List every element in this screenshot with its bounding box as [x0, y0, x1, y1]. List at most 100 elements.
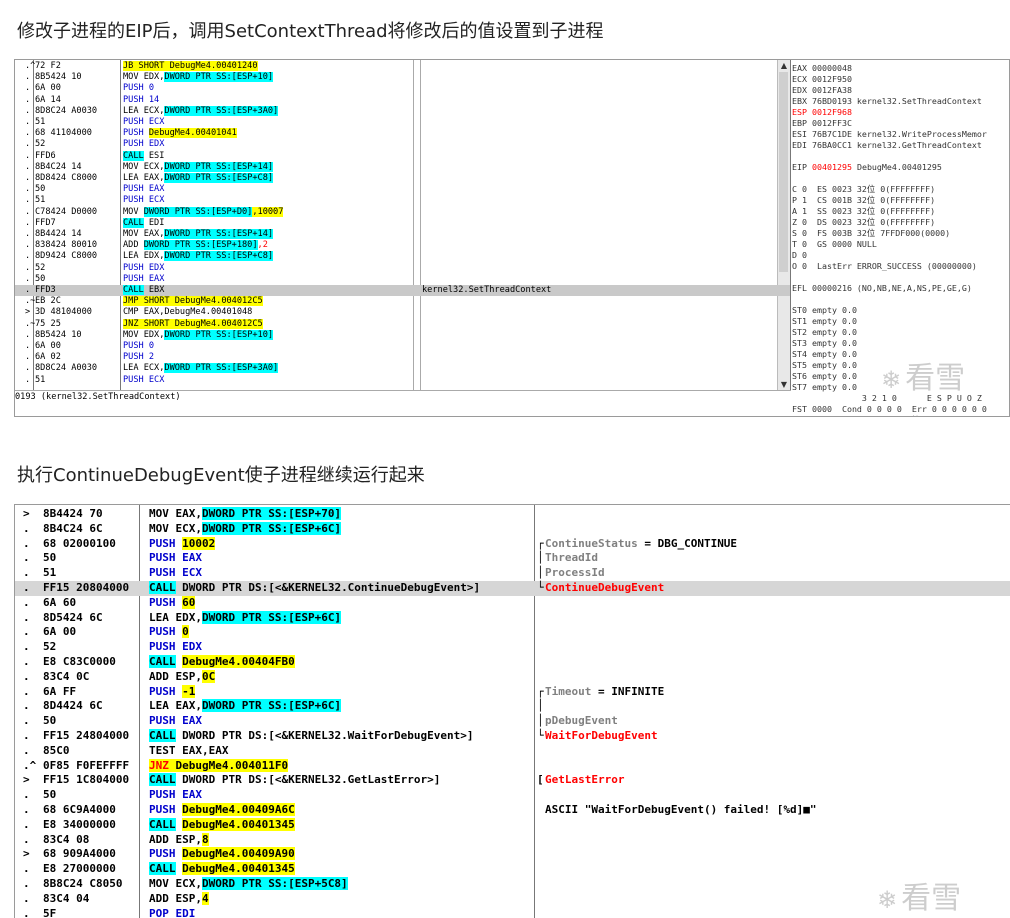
- disasm-row[interactable]: . 50 PUSH EAX │ ThreadId: [15, 551, 1010, 566]
- disasm-row[interactable]: . 8B5424 10 MOV EDX,DWORD PTR SS:[ESP+10]: [15, 329, 790, 341]
- watermark-logo: ❄ 看雪: [877, 873, 961, 917]
- instruction: ADD DWORD PTR SS:[ESP+180],2: [123, 240, 419, 251]
- register-line[interactable]: ST4 empty 0.0: [792, 349, 857, 360]
- disasm-row[interactable]: . E8 27000000 CALL DebugMe4.00401345: [15, 862, 1010, 877]
- disasm-row[interactable]: . 838424 80010 ADD DWORD PTR SS:[ESP+180],…: [15, 240, 790, 251]
- disasm-row[interactable]: . 6A 00 PUSH 0: [15, 341, 790, 352]
- disasm-row[interactable]: . 8D5424 6C LEA EDX,DWORD PTR SS:[ESP+6C]: [15, 610, 1010, 626]
- disasm-row[interactable]: .^ 72 F2 JB SHORT DebugMe4.00401240: [15, 61, 790, 72]
- register-line[interactable]: C 0 ES 0023 32位 0(FFFFFFFF): [792, 184, 935, 195]
- disasm-row[interactable]: .^ 0F85 F0FEFFFF JNZ DebugMe4.004011F0: [15, 758, 1010, 774]
- register-line[interactable]: A 1 SS 0023 32位 0(FFFFFFFF): [792, 206, 935, 217]
- instruction: CALL DWORD PTR DS:[<&KERNEL32.ContinueDe…: [149, 581, 534, 596]
- disasm-row[interactable]: . 8D4424 6C LEA EAX,DWORD PTR SS:[ESP+6C] │: [15, 699, 1010, 714]
- register-line[interactable]: EBX 76BD0193 kernel32.SetThreadContext: [792, 96, 982, 107]
- disasm-row[interactable]: . 8B5424 10 MOV EDX,DWORD PTR SS:[ESP+10]: [15, 72, 790, 83]
- disasm-row[interactable]: . 8B4424 14 MOV EAX,DWORD PTR SS:[ESP+14]: [15, 229, 790, 240]
- disasm-row[interactable]: . 6A 14 PUSH 14: [15, 95, 790, 106]
- disasm-row[interactable]: . E8 C83C0000 CALL DebugMe4.00404FB0: [15, 655, 1010, 670]
- disasm-row[interactable]: . 83C4 08 ADD ESP,8: [15, 832, 1010, 848]
- disasm-row[interactable]: . 8D9424 C8000 LEA EDX,DWORD PTR SS:[ESP+C…: [15, 251, 790, 262]
- comment-token: = DBG_CONTINUE: [637, 536, 738, 550]
- disasm-row[interactable]: . 6A 00 PUSH 0: [15, 83, 790, 94]
- register-line[interactable]: ST7 empty 0.0: [792, 382, 857, 393]
- disasm-row[interactable]: . 8D8C24 A0030 LEA ECX,DWORD PTR SS:[ESP+3…: [15, 363, 790, 374]
- instruction: JNZ SHORT DebugMe4.004012C5: [123, 318, 419, 330]
- disasm-row[interactable]: . 52 PUSH EDX: [15, 139, 790, 150]
- register-line[interactable]: O 0 LastErr ERROR_SUCCESS (00000000): [792, 261, 977, 272]
- disasm-row[interactable]: . C78424 D0000 MOV DWORD PTR SS:[ESP+D0],1…: [15, 206, 790, 218]
- disasm-row[interactable]: . 68 6C9A4000 PUSH DebugMe4.00409A6C ASCII …: [15, 803, 1010, 818]
- instruction-token: PUSH ECX: [123, 374, 165, 385]
- disasm-row[interactable]: . 50 PUSH EAX │ pDebugEvent: [15, 714, 1010, 729]
- instruction: MOV EDX,DWORD PTR SS:[ESP+10]: [123, 329, 419, 341]
- disasm-row[interactable]: . FFD6 CALL ESI: [15, 150, 790, 162]
- disasm-row[interactable]: . 8B8C24 C8050 MOV ECX,DWORD PTR SS:[ESP+5…: [15, 877, 1010, 892]
- disasm-row[interactable]: . 6A 02 PUSH 2: [15, 352, 790, 363]
- register-line[interactable]: ESI 76B7C1DE kernel32.WriteProcessMemor: [792, 129, 987, 140]
- register-line[interactable]: ST2 empty 0.0: [792, 327, 857, 338]
- instruction: PUSH ECX: [123, 195, 419, 206]
- disasm-row[interactable]: . FFD3 CALL EBX kernel32.SetThreadContext: [15, 285, 790, 297]
- disasm-row[interactable]: . 8D8424 C8000 LEA EAX,DWORD PTR SS:[ESP+C…: [15, 173, 790, 184]
- disasm-row[interactable]: . 52 PUSH EDX: [15, 640, 1010, 655]
- register-line[interactable]: ECX 0012F950: [792, 74, 852, 85]
- disasm-row[interactable]: >8B4424 70 MOV EAX,DWORD PTR SS:[ESP+70]: [15, 507, 1010, 522]
- register-line[interactable]: EIP 00401295 DebugMe4.00401295: [792, 162, 942, 173]
- disasm-row[interactable]: . 68 41104000 PUSH DebugMe4.00401041: [15, 128, 790, 139]
- disasm-row[interactable]: . 6A FF PUSH -1 ┌ Timeout = INFINITE: [15, 684, 1010, 700]
- register-line[interactable]: EDI 76BA0CC1 kernel32.GetThreadContext: [792, 140, 982, 151]
- disasm-row[interactable]: . 50 PUSH EAX: [15, 788, 1010, 803]
- disasm-row[interactable]: . 52 PUSH EDX: [15, 263, 790, 274]
- register-line[interactable]: EFL 00000216 (NO,NB,NE,A,NS,PE,GE,G): [792, 283, 972, 294]
- disasm-row[interactable]: . FF15 20804000 CALL DWORD PTR DS:[<&KERNE…: [15, 581, 1010, 596]
- disasm-row[interactable]: .~ EB 2C JMP SHORT DebugMe4.004012C5: [15, 296, 790, 307]
- register-line[interactable]: ST3 empty 0.0: [792, 338, 857, 349]
- register-line[interactable]: T 0 GS 0000 NULL: [792, 239, 877, 250]
- instruction: MOV ECX,DWORD PTR SS:[ESP+14]: [123, 161, 419, 173]
- disasm-row[interactable]: . 8D8C24 A0030 LEA ECX,DWORD PTR SS:[ESP+3…: [15, 105, 790, 117]
- disasm-row[interactable]: . 83C4 04 ADD ESP,4: [15, 891, 1010, 907]
- disasm-row[interactable]: >68 909A4000 PUSH DebugMe4.00409A90: [15, 847, 1010, 862]
- hex-bytes: 83C4 04: [43, 891, 90, 905]
- disasm-row[interactable]: . 5F POP EDI: [15, 907, 1010, 918]
- register-line[interactable]: ESP 0012F968: [792, 107, 852, 118]
- comment: ContinueDebugEvent: [545, 581, 1005, 596]
- register-line[interactable]: FST 0000 Cond 0 0 0 0 Err 0 0 0 0 0 0: [792, 404, 987, 415]
- register-line[interactable]: ST6 empty 0.0: [792, 371, 857, 382]
- register-line[interactable]: EBP 0012FF3C: [792, 118, 852, 129]
- register-line[interactable]: S 0 FS 003B 32位 7FFDF000(0000): [792, 228, 950, 239]
- disassembly-pane[interactable]: ▲ ▼ .^ 72 F2 JB SHORT DebugMe4.00401240. 8B…: [15, 60, 791, 390]
- disasm-row[interactable]: . 6A 00 PUSH 0: [15, 625, 1010, 640]
- disasm-row[interactable]: . 83C4 0C ADD ESP,0C: [15, 669, 1010, 685]
- disasm-row[interactable]: >3D 48104000 CMP EAX,DebugMe4.00401048: [15, 307, 790, 318]
- hex-bytes: 51: [43, 566, 57, 580]
- register-line[interactable]: ST1 empty 0.0: [792, 316, 857, 327]
- disasm-row[interactable]: . FFD7 CALL EDI: [15, 217, 790, 229]
- disasm-row[interactable]: .~ 75 25 JNZ SHORT DebugMe4.004012C5: [15, 318, 790, 330]
- register-line[interactable]: ST0 empty 0.0: [792, 305, 857, 316]
- disasm-row[interactable]: . 50 PUSH EAX: [15, 274, 790, 285]
- disasm-row[interactable]: . 50 PUSH EAX: [15, 184, 790, 195]
- disasm-row[interactable]: . E8 34000000 CALL DebugMe4.00401345: [15, 817, 1010, 833]
- register-line[interactable]: EDX 0012FA38: [792, 85, 852, 96]
- register-line[interactable]: EAX 00000048: [792, 63, 852, 74]
- disasm-row[interactable]: . FF15 24804000 CALL DWORD PTR DS:[<&KERNE…: [15, 729, 1010, 744]
- instruction: JMP SHORT DebugMe4.004012C5: [123, 296, 419, 307]
- disasm-row[interactable]: . 51 PUSH ECX: [15, 195, 790, 206]
- disasm-row[interactable]: . 8B4C24 14 MOV ECX,DWORD PTR SS:[ESP+14]: [15, 161, 790, 173]
- disasm-row[interactable]: . 85C0 TEST EAX,EAX: [15, 744, 1010, 759]
- register-line[interactable]: ST5 empty 0.0: [792, 360, 857, 371]
- disasm-row[interactable]: > FF15 1C804000 CALL DWORD PTR DS:[<&KERNE…: [15, 773, 1010, 788]
- register-line[interactable]: P 1 CS 001B 32位 0(FFFFFFFF): [792, 195, 935, 206]
- disasm-row[interactable]: . 51 PUSH ECX: [15, 117, 790, 128]
- disasm-row[interactable]: . 51 PUSH ECX: [15, 374, 790, 386]
- disasm-row[interactable]: . 6A 60 PUSH 60: [15, 595, 1010, 611]
- register-line[interactable]: Z 0 DS 0023 32位 0(FFFFFFFF): [792, 217, 935, 228]
- register-line[interactable]: FCW 027F Prec NEAR,53 掩码 1 1 1 1: [792, 415, 983, 416]
- register-line[interactable]: D 0: [792, 250, 807, 261]
- instruction-token: CMP EAX,DebugMe4.00401048: [123, 307, 253, 318]
- disasm-row[interactable]: . 51 PUSH ECX │ ProcessId: [15, 566, 1010, 581]
- disasm-row[interactable]: . 68 02000100 PUSH 10002 ┌ ContinueStatus = …: [15, 536, 1010, 552]
- disasm-row[interactable]: . 8B4C24 6C MOV ECX,DWORD PTR SS:[ESP+6C]: [15, 521, 1010, 537]
